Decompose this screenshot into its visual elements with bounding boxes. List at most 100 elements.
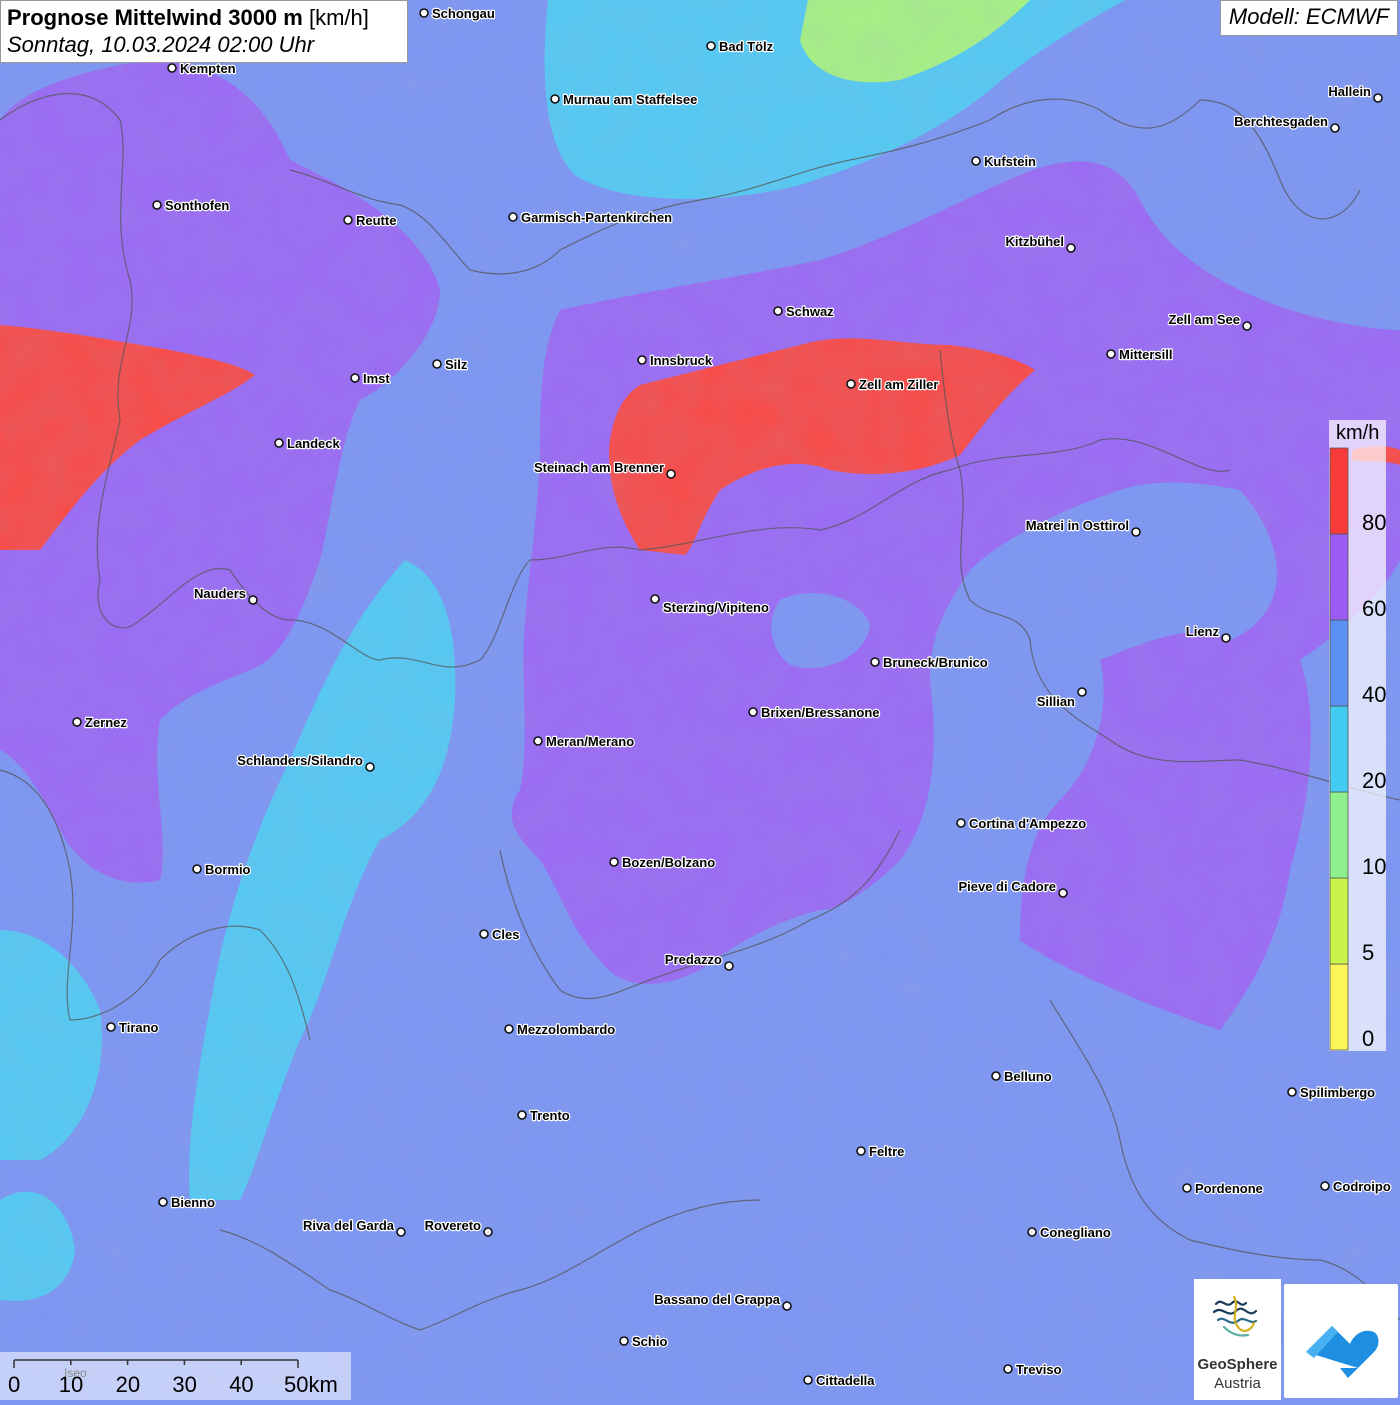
city-marker-icon [1330, 123, 1340, 133]
city-label: Silz [445, 357, 468, 372]
legend-label-0: 0 [1362, 1026, 1375, 1051]
city-label: Treviso [1016, 1362, 1062, 1377]
legend-swatch-10 [1329, 791, 1349, 879]
map-title: Prognose Mittelwind 3000 m [km/h] [7, 5, 401, 31]
city-label: Cles [492, 927, 519, 942]
city-label: Sillian [1037, 694, 1075, 709]
city-label: Zernez [85, 715, 127, 730]
city-marker-icon [167, 63, 177, 73]
city-marker-icon [550, 94, 560, 104]
wind-map: Schongau Bad Tölz Kempten Murnau am Staffel… [0, 0, 1400, 1400]
city-marker-icon [666, 469, 676, 479]
city-marker-icon [517, 1110, 527, 1120]
city-marker-icon [706, 41, 716, 51]
city-marker-icon [419, 8, 429, 18]
city-marker-icon [991, 1071, 1001, 1081]
city-label: Bozen/Bolzano [622, 855, 715, 870]
city-marker-icon [274, 438, 284, 448]
scale-tick-label: 20 [115, 1372, 141, 1397]
city-marker-icon [1027, 1227, 1037, 1237]
city-label: Spilimbergo [1300, 1085, 1375, 1100]
legend-swatch-60 [1329, 533, 1349, 621]
city-label: Bienno [171, 1195, 215, 1210]
city-label: Belluno [1004, 1069, 1052, 1084]
city-marker-icon [637, 355, 647, 365]
city-label: Garmisch-Partenkirchen [521, 210, 672, 225]
model-label: Modell: ECMWF [1219, 0, 1398, 36]
legend-label-10: 10 [1362, 854, 1387, 879]
legend-label-5: 5 [1362, 940, 1375, 965]
city-marker-icon [773, 306, 783, 316]
geosphere-logo: GeoSphere Austria [1194, 1279, 1281, 1400]
weather-app-logo-icon [1306, 1326, 1379, 1378]
city-marker-icon [846, 379, 856, 389]
city-marker-icon [609, 857, 619, 867]
city-marker-icon [1320, 1181, 1330, 1191]
city-marker-icon [248, 595, 258, 605]
city-marker-icon [1077, 687, 1087, 697]
city-label: Zell am Ziller [859, 377, 938, 392]
city-label: Pieve di Cadore [958, 879, 1056, 894]
city-label: Schio [632, 1334, 667, 1349]
map-title-unit: [km/h] [308, 5, 369, 30]
city-marker-icon [619, 1336, 629, 1346]
city-marker-icon [72, 717, 82, 727]
city-label: Feltre [869, 1144, 904, 1159]
city-marker-icon [1182, 1183, 1192, 1193]
city-marker-icon [432, 359, 442, 369]
city-label: Schwaz [786, 304, 834, 319]
geosphere-logo-line1: GeoSphere [1197, 1356, 1278, 1373]
city-label: Codroipo [1333, 1179, 1391, 1194]
city-marker-icon [803, 1375, 813, 1385]
city-label: Bruneck/Brunico [883, 655, 988, 670]
city-marker-icon [782, 1301, 792, 1311]
city-label: Cortina d'Ampezzo [969, 816, 1086, 831]
city-marker-icon [724, 961, 734, 971]
city-label: Cittadella [816, 1373, 875, 1388]
legend-swatch-20 [1329, 705, 1349, 793]
city-marker-icon [396, 1227, 406, 1237]
weather-app-logo [1284, 1284, 1398, 1398]
city-label: Landeck [287, 436, 341, 451]
city-marker-icon [343, 215, 353, 225]
city-marker-icon [1058, 888, 1068, 898]
legend-swatch-0 [1329, 963, 1349, 1051]
city-marker-icon [158, 1197, 168, 1207]
scale-tick-label: 0 [8, 1372, 21, 1397]
city-marker-icon [106, 1022, 116, 1032]
geosphere-logo-line2: Austria [1214, 1375, 1261, 1392]
map-title-main: Prognose Mittelwind 3000 m [7, 5, 303, 30]
city-label: Innsbruck [650, 353, 713, 368]
legend-swatch-40 [1329, 619, 1349, 707]
scale-bar: 0 10 20 30 40 50km Iseo [0, 1352, 351, 1400]
legend-label-60: 60 [1362, 596, 1387, 621]
city-label: Rovereto [425, 1218, 481, 1233]
city-marker-icon [479, 929, 489, 939]
geosphere-logo-icon [1212, 1295, 1258, 1337]
city-label: Kufstein [984, 154, 1036, 169]
city-label: Lienz [1186, 624, 1220, 639]
legend-label-80: 80 [1362, 510, 1387, 535]
map-title-box: Prognose Mittelwind 3000 m [km/h] Sonnta… [0, 0, 408, 63]
legend-label-20: 20 [1362, 768, 1387, 793]
city-label: Kempten [180, 61, 236, 76]
city-label: Murnau am Staffelsee [563, 92, 697, 107]
city-marker-icon [533, 736, 543, 746]
city-label: Steinach am Brenner [534, 460, 664, 475]
city-marker-icon [748, 707, 758, 717]
city-marker-icon [1287, 1087, 1297, 1097]
city-marker-icon [1066, 243, 1076, 253]
city-label: Imst [363, 371, 390, 386]
city-label: Reutte [356, 213, 396, 228]
city-marker-icon [508, 212, 518, 222]
city-marker-icon [483, 1227, 493, 1237]
city-label: Schlanders/Silandro [237, 753, 363, 768]
city-label: Riva del Garda [303, 1218, 395, 1233]
city-label: Meran/Merano [546, 734, 634, 749]
city-marker-icon [1373, 93, 1383, 103]
city-label: Bormio [205, 862, 251, 877]
city-label: Predazzo [665, 952, 722, 967]
scale-tick-label: 50km [284, 1372, 338, 1397]
city-label: Sterzing/Vipiteno [663, 600, 769, 615]
city-marker-icon [152, 200, 162, 210]
